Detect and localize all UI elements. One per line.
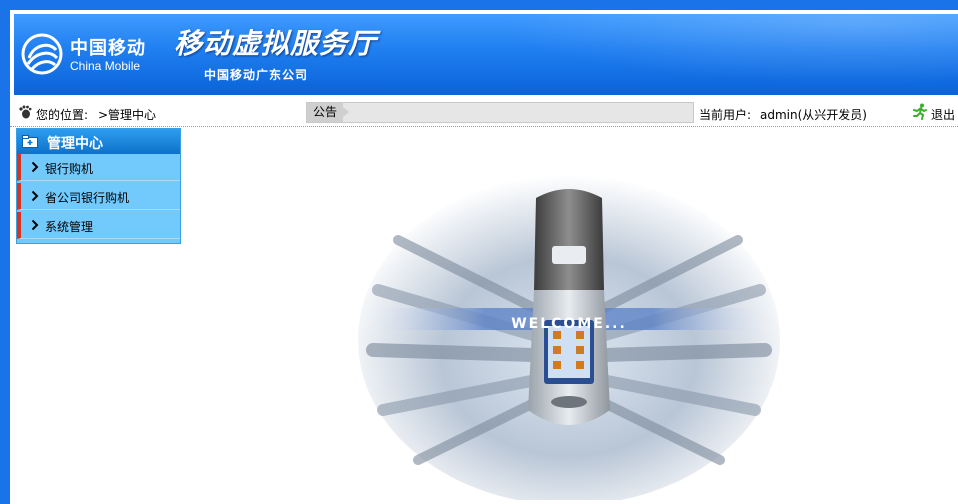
notice-bar: 公告	[306, 102, 694, 123]
current-user-label: 当前用户:	[699, 108, 752, 122]
header-banner: 中国移动 China Mobile 移动虚拟服务厅 中国移动广东公司	[14, 14, 958, 95]
current-user-value: admin(从兴开发员)	[760, 108, 867, 122]
folder-add-icon	[22, 135, 38, 148]
sidebar-item-label: 系统管理	[45, 220, 94, 234]
sidebar-header-label: 管理中心	[47, 136, 103, 152]
chevron-right-icon	[31, 219, 39, 231]
logo-text-cn: 中国移动	[70, 38, 146, 59]
status-bar: 您的位置: >管理中心 公告 当前用户: admin(从兴开发员) 退出	[10, 98, 958, 127]
breadcrumb: >管理中心	[98, 108, 157, 122]
sidebar-item-system-management[interactable]: 系统管理	[17, 212, 180, 239]
logout-label: 退出	[931, 108, 956, 122]
chevron-right-icon	[31, 190, 39, 202]
running-man-icon	[913, 103, 927, 120]
welcome-text: WELCOME...	[511, 316, 627, 332]
app-title: 移动虚拟服务厅	[174, 27, 378, 60]
sidebar-item-label: 省公司银行购机	[45, 191, 130, 205]
logo-text-en: China Mobile	[70, 59, 141, 73]
app-subtitle: 中国移动广东公司	[204, 68, 309, 82]
sidebar-item-label: 银行购机	[45, 162, 94, 176]
footprint-icon	[19, 105, 32, 119]
mobile-phone-icon	[528, 189, 610, 425]
sidebar: 管理中心 银行购机 省公司银行购机 系统管理	[16, 128, 181, 244]
china-mobile-logo-icon	[21, 33, 63, 75]
location-label: 您的位置:	[36, 108, 89, 122]
sidebar-item-bank-purchase[interactable]: 银行购机	[17, 154, 180, 181]
sidebar-item-province-bank-purchase[interactable]: 省公司银行购机	[17, 183, 180, 210]
notice-tag: 公告	[307, 103, 349, 122]
chevron-right-icon	[31, 161, 39, 173]
welcome-phone-image: WELCOME...	[358, 175, 780, 500]
sidebar-header: 管理中心	[17, 129, 180, 154]
app-frame: 中国移动 China Mobile 移动虚拟服务厅 中国移动广东公司 您的位置:…	[10, 10, 958, 504]
